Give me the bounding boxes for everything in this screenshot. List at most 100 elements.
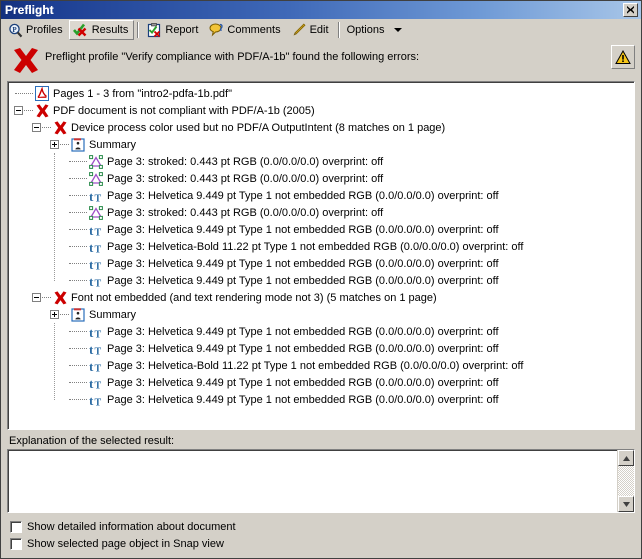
tab-comments-label: Comments [227,24,281,36]
tree-row-label: Page 3: Helvetica-Bold 11.22 pt Type 1 n… [107,359,524,372]
scroll-up-button[interactable] [618,450,634,466]
svg-text:T: T [94,363,101,373]
svg-text:T: T [94,380,101,390]
explanation-text[interactable] [8,450,617,512]
menu-options[interactable]: Options [343,20,409,40]
tree-row[interactable]: Summary [8,306,634,323]
message-bar: Preflight profile "Verify compliance wit… [1,41,641,81]
explanation-scrollbar[interactable] [617,450,634,512]
tree-row[interactable]: Pages 1 - 3 from "intro2-pdfa-1b.pdf" [8,85,634,102]
tree-row-label: Page 3: stroked: 0.443 pt RGB (0.0/0.0/0… [107,155,384,168]
checkbox-row-detailed-info[interactable]: Show detailed information about document [10,518,641,535]
checkbox-row-snap-view[interactable]: Show selected page object in Snap view [10,535,641,552]
tree-connector [60,143,69,146]
tree-expand-toggle[interactable] [50,140,59,149]
checkbox-detailed-info[interactable] [10,520,22,533]
tree-connector [60,313,69,316]
tree-connector [69,262,87,265]
tree-row[interactable]: t T Page 3: Helvetica 9.449 pt Type 1 not … [8,221,634,238]
svg-text:t: t [89,223,94,237]
close-button[interactable] [623,3,638,17]
red-x-icon [52,120,68,136]
tree-row[interactable]: t T Page 3: Helvetica-Bold 11.22 pt Type 1… [8,357,634,374]
tree-row-label: Summary [89,308,137,321]
svg-text:t: t [89,359,94,373]
tree-row-label: Pages 1 - 3 from "intro2-pdfa-1b.pdf" [53,87,233,100]
tree-row[interactable]: Page 3: stroked: 0.443 pt RGB (0.0/0.0/0… [8,153,634,170]
scroll-down-button[interactable] [618,496,634,512]
tab-comments[interactable]: Comments [204,20,286,40]
svg-text:P: P [12,26,17,34]
tree-row-label: Page 3: Helvetica 9.449 pt Type 1 not em… [107,325,499,338]
tree-row[interactable]: Device process color used but no PDF/A O… [8,119,634,136]
tab-profiles-label: Profiles [26,24,63,36]
clipboard-icon [146,22,162,38]
stroked-path-icon [88,205,104,221]
tab-results-label: Results [91,24,129,36]
tab-edit[interactable]: Edit [287,20,335,40]
tab-profiles[interactable]: P Profiles [3,20,69,40]
explanation-box[interactable] [7,449,635,513]
tree-row[interactable]: Page 3: stroked: 0.443 pt RGB (0.0/0.0/0… [8,204,634,221]
tree-collapse-toggle[interactable] [32,123,41,132]
tree-row-label: Page 3: Helvetica 9.449 pt Type 1 not em… [107,393,499,406]
tree-connector [69,279,87,282]
tab-results[interactable]: Results [68,20,135,40]
tree-connector [24,109,33,112]
tree-row[interactable]: t T Page 3: Helvetica 9.449 pt Type 1 not … [8,374,634,391]
tree-row[interactable]: t T Page 3: Helvetica-Bold 11.22 pt Type 1… [8,238,634,255]
tree-connector [42,126,51,129]
tree-row[interactable]: t T Page 3: Helvetica 9.449 pt Type 1 not … [8,323,634,340]
tree-row-label: Page 3: Helvetica 9.449 pt Type 1 not em… [107,274,499,287]
message-text: Preflight profile "Verify compliance wit… [45,50,420,63]
svg-text:T: T [94,193,101,203]
tree-guide-line [54,323,56,400]
text-tt-icon: tT [88,256,104,272]
tree-row[interactable]: t T Page 3: Helvetica 9.449 pt Type 1 not … [8,187,634,204]
checkbox-snap-view[interactable] [10,537,22,550]
results-tree-panel[interactable]: Pages 1 - 3 from "intro2-pdfa-1b.pdf" PDF… [7,81,635,430]
tree-row[interactable]: Font not embedded (and text rendering mo… [8,289,634,306]
text-tt-icon: tT [88,273,104,289]
tree-row[interactable]: t T Page 3: Helvetica 9.449 pt Type 1 not … [8,340,634,357]
tree-expand-toggle[interactable] [50,310,59,319]
warning-triangle-icon [615,49,631,64]
tree-row[interactable]: t T Page 3: Helvetica 9.449 pt Type 1 not … [8,272,634,289]
svg-text:T: T [94,244,101,254]
scroll-track[interactable] [618,466,634,496]
tree-row[interactable]: Page 3: stroked: 0.443 pt RGB (0.0/0.0/0… [8,170,634,187]
tree-row[interactable]: Summary [8,136,634,153]
tree-connector [69,381,87,384]
check-x-icon [73,22,89,38]
tree-connector [69,398,87,401]
svg-text:t: t [89,274,94,288]
tree-connector [69,177,87,180]
text-tt-icon: tT [88,341,104,357]
scroll-up-arrow [622,455,630,461]
svg-text:t: t [89,325,94,339]
tab-report[interactable]: Report [142,20,204,40]
tree-row[interactable]: t T Page 3: Helvetica 9.449 pt Type 1 not … [8,391,634,408]
tree-connector [15,92,33,95]
warning-button[interactable] [611,45,635,69]
tree-connector [69,364,87,367]
text-tt-icon: tT [88,239,104,255]
tree-collapse-toggle[interactable] [32,293,41,302]
tree-row[interactable]: t T Page 3: Helvetica 9.449 pt Type 1 not … [8,255,634,272]
tree-row[interactable]: PDF document is not compliant with PDF/A… [8,102,634,119]
toolbar-separator-2 [337,22,340,38]
tree-row-label: Summary [89,138,137,151]
tree-collapse-toggle[interactable] [14,106,23,115]
